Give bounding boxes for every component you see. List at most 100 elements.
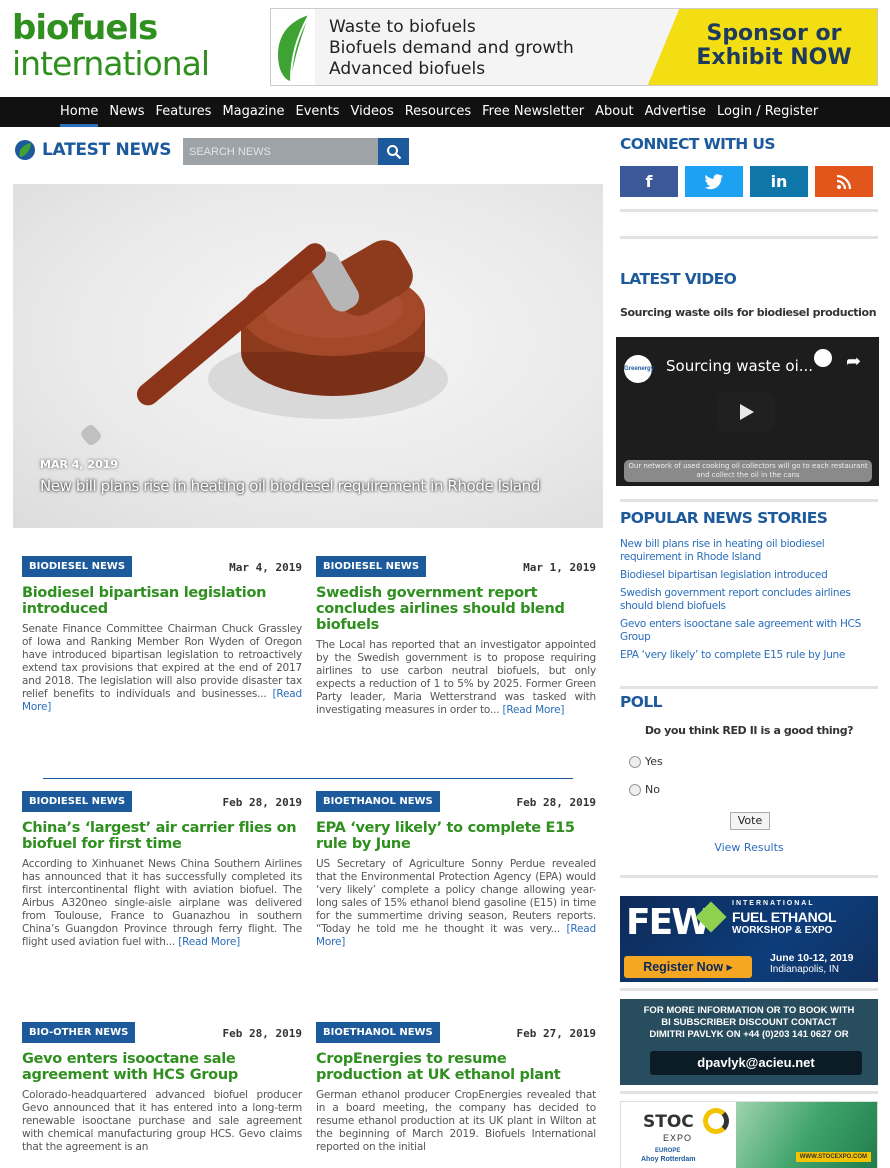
article-card: BIOETHANOL NEWS Feb 27, 2019 CropEnergie…: [316, 1022, 596, 1154]
excerpt-text: German ethanol producer CropEnergies rev…: [316, 1089, 596, 1153]
stoc-expo-ad[interactable]: STOC EXPO EUROPE Ahoy Rotterdam WWW.STOC…: [620, 1101, 878, 1168]
twitter-icon[interactable]: [685, 166, 743, 197]
ad-text: WORKSHOP & EXPO: [732, 925, 833, 936]
excerpt-text: According to Xinhuanet News China Southe…: [22, 858, 302, 948]
hero-title[interactable]: New bill plans rise in heating oil biodi…: [40, 477, 540, 495]
article-title[interactable]: China’s ‘largest’ air carrier flies on b…: [22, 820, 302, 852]
few-ad[interactable]: FEW INTERNATIONAL FUEL ETHANOL WORKSHOP …: [620, 896, 878, 982]
bi-contact-ad[interactable]: FOR MORE INFORMATION OR TO BOOK WITH BI …: [620, 999, 878, 1085]
excerpt-text: Senate Finance Committee Chairman Chuck …: [22, 623, 302, 700]
linkedin-icon[interactable]: in: [750, 166, 808, 197]
nav-item-about[interactable]: About: [595, 97, 633, 127]
search-button[interactable]: [378, 138, 409, 165]
popular-list: New bill plans rise in heating oil biodi…: [620, 538, 878, 667]
nav-item-newsletter[interactable]: Free Newsletter: [482, 97, 584, 127]
ad-location: Indianapolis, IN: [770, 964, 839, 975]
read-more-link[interactable]: [Read More]: [178, 936, 240, 948]
poll-question: Do you think RED II is a good thing?: [644, 724, 854, 737]
article-excerpt: The Local has reported that an investiga…: [316, 639, 596, 717]
article-title[interactable]: CropEnergies to resume production at UK …: [316, 1051, 596, 1083]
poll-option-no[interactable]: No: [629, 783, 660, 796]
radio-button[interactable]: [629, 755, 641, 768]
sponsor-banner[interactable]: Waste to biofuels Biofuels demand and gr…: [270, 8, 878, 86]
nav-item-features[interactable]: Features: [156, 97, 212, 127]
leaf-icon: [15, 140, 35, 160]
video-caption: Our network of used cooking oil collecto…: [624, 460, 872, 482]
article-title[interactable]: Biodiesel bipartisan legislation introdu…: [22, 585, 302, 617]
popular-item[interactable]: New bill plans rise in heating oil biodi…: [620, 538, 878, 564]
category-tag[interactable]: BIOETHANOL NEWS: [316, 791, 440, 812]
connect-heading: CONNECT WITH US: [620, 135, 776, 153]
popular-item[interactable]: Biodiesel bipartisan legislation introdu…: [620, 569, 878, 582]
nav-item-events[interactable]: Events: [296, 97, 340, 127]
ad-text: BI SUBSCRIBER DISCOUNT CONTACT: [661, 1017, 837, 1028]
banner-cta-text[interactable]: Sponsor or Exhibit NOW: [679, 22, 869, 70]
facebook-icon[interactable]: f: [620, 166, 678, 197]
category-tag[interactable]: BIOETHANOL NEWS: [316, 1022, 440, 1043]
category-tag[interactable]: BIODIESEL NEWS: [316, 556, 427, 577]
article-title[interactable]: Swedish government report concludes airl…: [316, 585, 596, 633]
contact-email[interactable]: dpavlyk@acieu.net: [650, 1051, 862, 1075]
article-date: Feb 28, 2019: [222, 1027, 302, 1040]
nav-item-advertise[interactable]: Advertise: [645, 97, 706, 127]
nav-item-home[interactable]: Home: [60, 97, 99, 127]
read-more-link[interactable]: [Read More]: [503, 704, 565, 716]
popular-heading: POPULAR NEWS STORIES: [620, 509, 828, 527]
article-excerpt: Colorado-headquartered advanced biofuel …: [22, 1089, 302, 1154]
vote-button[interactable]: Vote: [730, 812, 770, 830]
category-tag[interactable]: BIODIESEL NEWS: [22, 791, 133, 812]
social-links: f in: [620, 166, 873, 197]
nav-item-news[interactable]: News: [109, 97, 144, 127]
hero-date: MAR 4, 2019: [40, 458, 119, 471]
register-now-button[interactable]: Register Now ▸: [624, 956, 752, 978]
excerpt-text: Colorado-headquartered advanced biofuel …: [22, 1089, 302, 1153]
article-title[interactable]: Gevo enters isooctane sale agreement wit…: [22, 1051, 302, 1083]
popular-item[interactable]: Gevo enters isooctane sale agreement wit…: [620, 618, 878, 644]
poll-option-label: No: [645, 783, 660, 796]
stoc-logo: STOC: [643, 1112, 694, 1132]
popular-item[interactable]: Swedish government report concludes airl…: [620, 587, 878, 613]
ad-text: INTERNATIONAL: [732, 900, 815, 907]
article-date: Feb 27, 2019: [516, 1027, 596, 1040]
nav-item-resources[interactable]: Resources: [405, 97, 471, 127]
poll-option-label: Yes: [645, 755, 663, 768]
ad-text: Ahoy Rotterdam: [641, 1156, 696, 1163]
latest-video-heading: LATEST VIDEO: [620, 270, 737, 288]
rss-icon[interactable]: [815, 166, 873, 197]
hero-story[interactable]: MAR 4, 2019 New bill plans rise in heati…: [13, 184, 603, 528]
poll-option-yes[interactable]: Yes: [629, 755, 663, 768]
watch-later-icon[interactable]: [814, 349, 832, 367]
divider: [620, 875, 878, 878]
channel-avatar[interactable]: Greenergy: [624, 355, 654, 383]
few-logo: FEW: [626, 902, 711, 943]
banner-line: Advanced biofuels: [329, 59, 486, 79]
article-excerpt: German ethanol producer CropEnergies rev…: [316, 1089, 596, 1154]
popular-item[interactable]: EPA ‘very likely’ to complete E15 rule b…: [620, 649, 878, 662]
article-title[interactable]: EPA ‘very likely’ to complete E15 rule b…: [316, 820, 596, 852]
article-card: BIO-OTHER NEWS Feb 28, 2019 Gevo enters …: [22, 1022, 302, 1154]
article-excerpt: Senate Finance Committee Chairman Chuck …: [22, 623, 302, 714]
nav-item-videos[interactable]: Videos: [351, 97, 394, 127]
video-subtitle[interactable]: Sourcing waste oils for biodiesel produc…: [620, 306, 877, 319]
poll-heading: POLL: [620, 693, 662, 711]
view-results-link[interactable]: View Results: [620, 841, 878, 854]
nav-item-magazine[interactable]: Magazine: [222, 97, 284, 127]
radio-button[interactable]: [629, 783, 641, 796]
logo-line-2: international: [12, 44, 210, 83]
share-icon[interactable]: ➦: [846, 351, 861, 372]
article-date: Feb 28, 2019: [516, 796, 596, 809]
category-tag[interactable]: BIODIESEL NEWS: [22, 556, 133, 577]
banner-line: Biofuels demand and growth: [329, 38, 574, 58]
search-input[interactable]: [183, 138, 378, 165]
latest-news-title: LATEST NEWS: [42, 140, 172, 160]
nav-item-login[interactable]: Login / Register: [717, 97, 818, 127]
site-logo[interactable]: biofuels international: [12, 10, 212, 82]
play-button[interactable]: [717, 392, 775, 432]
video-player[interactable]: Greenergy Sourcing waste oi... ➦ Our net…: [616, 337, 879, 486]
logo-line-1: biofuels: [12, 8, 158, 48]
divider: [620, 236, 878, 239]
excerpt-text: US Secretary of Agriculture Sonny Perdue…: [316, 858, 596, 935]
video-player-title[interactable]: Sourcing waste oi...: [666, 357, 813, 375]
category-tag[interactable]: BIO-OTHER NEWS: [22, 1022, 136, 1043]
ad-text: FOR MORE INFORMATION OR TO BOOK WITH: [643, 1005, 855, 1016]
